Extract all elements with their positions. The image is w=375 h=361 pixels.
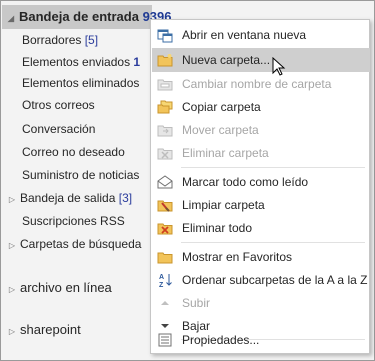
rename-folder-icon: [152, 72, 178, 96]
folder-sharepoint[interactable]: ▷ sharepoint: [7, 319, 81, 341]
folder-label: Carpetas de búsqueda: [20, 237, 142, 251]
menu-clean-folder[interactable]: Limpiar carpeta: [152, 193, 370, 217]
menu-move-up[interactable]: Subir: [152, 291, 370, 315]
menu-rename-folder[interactable]: Cambiar nombre de carpeta: [152, 72, 370, 96]
menu-move-folder[interactable]: Mover carpeta: [152, 118, 370, 142]
sort-az-icon: AZ: [152, 268, 178, 292]
copy-folder-icon: [152, 95, 178, 119]
delete-all-icon: [152, 216, 178, 240]
menu-item-label: Nueva carpeta...: [182, 53, 271, 67]
expand-arrow-icon[interactable]: ◢: [6, 7, 16, 31]
menu-item-label: Mostrar en Favoritos: [182, 250, 293, 264]
menu-item-label: Abrir en ventana nueva: [182, 28, 307, 42]
unread-count: [3]: [118, 191, 133, 205]
mouse-cursor-icon: [272, 57, 286, 76]
folder-sent[interactable]: Elementos enviados 1: [22, 51, 140, 73]
expand-arrow-icon[interactable]: ▷: [7, 189, 17, 211]
menu-item-label: Eliminar todo: [182, 221, 253, 235]
menu-sort-a-z[interactable]: AZ Ordenar subcarpetas de la A a la Z: [152, 268, 370, 292]
open-window-icon: [152, 23, 178, 47]
folder-inbox[interactable]: ◢ Bandeja de entrada 9396: [2, 5, 171, 31]
expand-arrow-icon[interactable]: ▷: [7, 321, 17, 343]
menu-item-label: Eliminar carpeta: [182, 146, 269, 160]
menu-item-label: Cambiar nombre de carpeta: [182, 77, 332, 91]
menu-item-label: Subir: [182, 296, 211, 310]
folder-label: Bandeja de entrada: [19, 9, 139, 24]
folder-label: Correo no deseado: [22, 145, 125, 159]
new-folder-icon: [152, 48, 178, 72]
menu-delete-all[interactable]: Eliminar todo: [152, 216, 370, 240]
folder-context-menu: Abrir en ventana nueva Nueva carpeta... …: [150, 19, 370, 354]
move-folder-icon: [152, 118, 178, 142]
menu-copy-folder[interactable]: Copiar carpeta: [152, 95, 370, 119]
menu-separator: [181, 242, 365, 243]
folder-deleted[interactable]: Elementos eliminados: [22, 72, 139, 94]
folder-label: Conversación: [22, 122, 96, 136]
menu-item-label: Ordenar subcarpetas de la A a la Z: [182, 273, 368, 287]
menu-item-label: Propiedades...: [182, 333, 260, 347]
folder-label: Borradores: [22, 33, 82, 47]
expand-arrow-icon[interactable]: ▷: [7, 235, 17, 257]
menu-open-new-window[interactable]: Abrir en ventana nueva: [152, 23, 370, 47]
menu-item-label: Marcar todo como leído: [182, 175, 309, 189]
menu-separator: [181, 167, 365, 168]
menu-item-label: Mover carpeta: [182, 123, 259, 137]
menu-item-label: Copiar carpeta: [182, 100, 261, 114]
svg-text:A: A: [159, 274, 164, 281]
folder-label: archivo en línea: [20, 280, 112, 295]
folder-conversation[interactable]: Conversación: [22, 118, 95, 140]
delete-folder-icon: [152, 141, 178, 165]
folder-junk[interactable]: Correo no deseado: [22, 141, 125, 163]
unread-count: 1: [133, 55, 141, 69]
folder-news-feed[interactable]: Suministro de noticias: [22, 164, 139, 186]
outlook-window: ◢ Bandeja de entrada 9396 Borradores [5] …: [0, 0, 375, 361]
menu-item-label: Limpiar carpeta: [182, 198, 265, 212]
mark-read-icon: [152, 170, 178, 194]
folder-label: Otros correos: [22, 98, 95, 112]
folder-label: Suministro de noticias: [22, 168, 140, 182]
unread-count: [5]: [84, 33, 99, 47]
menu-properties[interactable]: Propiedades...: [152, 328, 370, 352]
folder-label: Elementos eliminados: [22, 76, 140, 90]
expand-arrow-icon[interactable]: ▷: [7, 279, 17, 301]
folder-search-folders[interactable]: ▷ Carpetas de búsqueda: [7, 233, 142, 257]
folder-drafts[interactable]: Borradores [5]: [22, 29, 98, 51]
folder-label: Bandeja de salida: [20, 191, 116, 205]
menu-new-folder[interactable]: Nueva carpeta...: [152, 48, 370, 72]
folder-outbox[interactable]: ▷ Bandeja de salida [3]: [7, 187, 132, 209]
folder-label: Suscripciones RSS: [22, 214, 125, 228]
folder-other-mail[interactable]: Otros correos: [22, 94, 95, 116]
properties-icon: [152, 328, 178, 352]
folder-label: Elementos enviados: [22, 55, 131, 69]
favorites-icon: [152, 245, 178, 269]
menu-delete-folder[interactable]: Eliminar carpeta: [152, 141, 370, 165]
folder-label: sharepoint: [20, 322, 81, 337]
folder-online-archive[interactable]: ▷ archivo en línea: [7, 277, 112, 299]
move-up-icon: [152, 291, 178, 315]
menu-mark-all-read[interactable]: Marcar todo como leído: [152, 170, 370, 194]
folder-rss[interactable]: Suscripciones RSS: [22, 210, 125, 232]
clean-folder-icon: [152, 193, 178, 217]
menu-show-in-favorites[interactable]: Mostrar en Favoritos: [152, 245, 370, 269]
svg-text:Z: Z: [159, 282, 164, 288]
